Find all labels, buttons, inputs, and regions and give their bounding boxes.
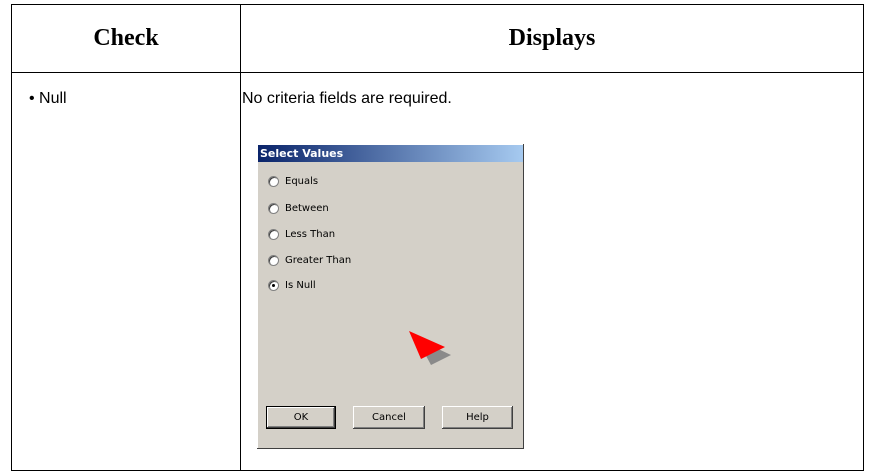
option-equals-label: Equals (285, 175, 319, 187)
header-displays: Displays (508, 25, 596, 51)
option-greater-than[interactable]: Greater Than (268, 253, 351, 267)
option-is-null[interactable]: Is Null (268, 278, 316, 292)
dialog-title: Select Values (258, 145, 523, 162)
radio-equals[interactable] (268, 175, 279, 187)
radio-between[interactable] (268, 202, 279, 214)
option-equals[interactable]: Equals (268, 174, 318, 188)
option-less-than-label: Less Than (285, 228, 336, 240)
radio-greater-than[interactable] (268, 254, 279, 266)
header-check: Check (93, 25, 159, 51)
option-is-null-label: Is Null (285, 279, 316, 291)
column-divider (240, 5, 241, 470)
radio-less-than[interactable] (268, 228, 279, 240)
radio-is-null[interactable] (268, 279, 279, 291)
help-button[interactable]: Help (442, 406, 513, 429)
red-pointer-icon (409, 331, 451, 365)
option-between[interactable]: Between (268, 201, 329, 215)
ok-button[interactable]: OK (266, 406, 336, 429)
option-less-than[interactable]: Less Than (268, 227, 335, 241)
option-between-label: Between (285, 202, 329, 214)
option-greater-than-label: Greater Than (285, 254, 352, 266)
select-values-dialog: Select Values Equals Between Less Than G… (257, 144, 524, 449)
row-displays-text: No criteria fields are required. (242, 90, 452, 107)
cancel-button[interactable]: Cancel (353, 406, 425, 429)
row-check-null: • Null (29, 90, 67, 107)
